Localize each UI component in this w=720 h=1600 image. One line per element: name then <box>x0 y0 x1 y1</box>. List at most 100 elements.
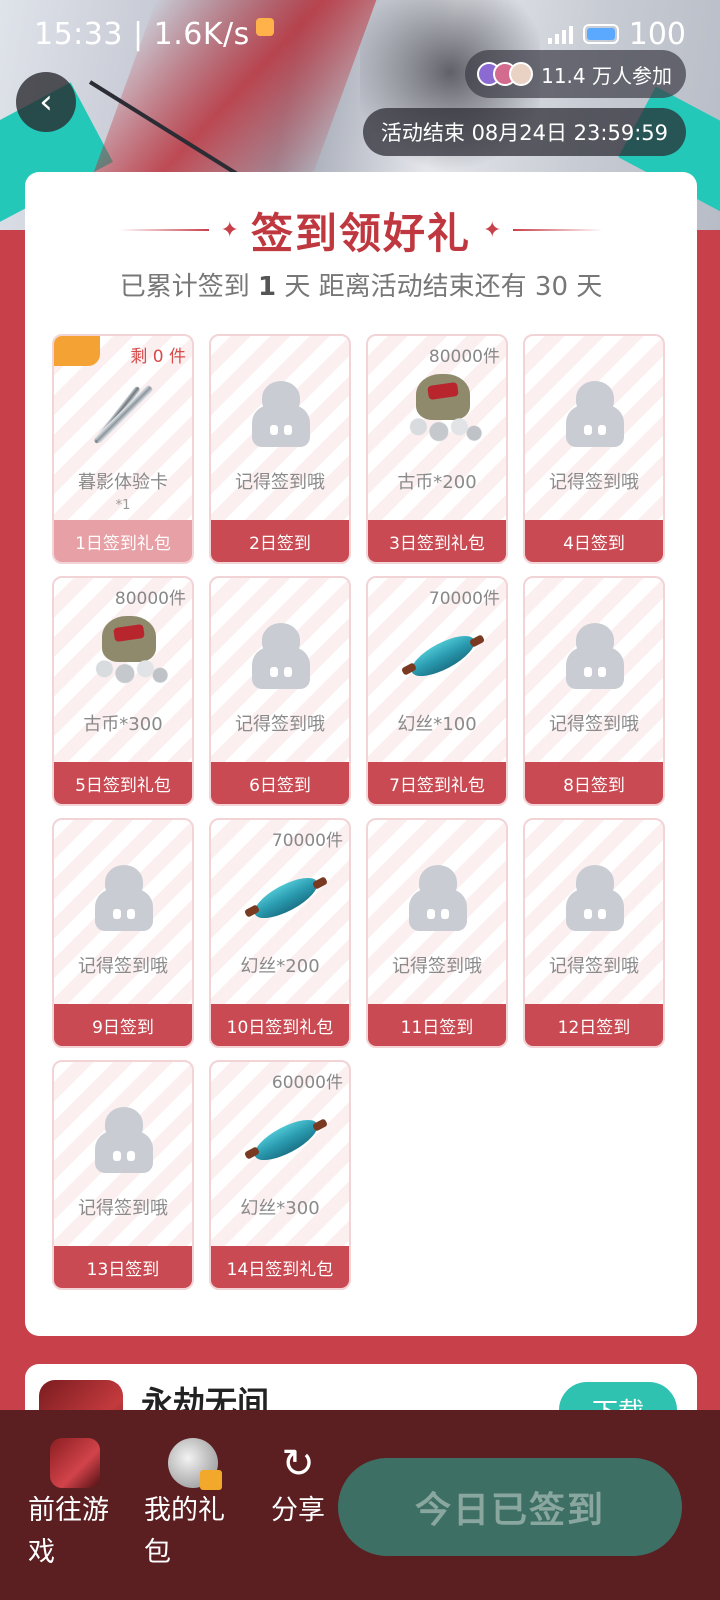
battery-icon <box>582 24 619 44</box>
silk-spool-icon <box>241 858 329 938</box>
stock-count: 80000件 <box>114 589 186 609</box>
stock-count: 80000件 <box>428 347 500 367</box>
reward-name-text: 幻丝*200 <box>240 956 320 977</box>
reward-tile[interactable]: 记得签到哦 8日签到 <box>523 576 665 806</box>
signed-today-label: 今日已签到 <box>414 1490 605 1531</box>
reward-tile[interactable]: 70000件 幻丝*100 7日签到礼包 <box>366 576 508 806</box>
placeholder-icon <box>555 858 635 938</box>
reward-name-text: 记得签到哦 <box>549 714 639 735</box>
day-label: 13日签到 <box>54 1246 192 1288</box>
reward-tile[interactable]: 记得签到哦 11日签到 <box>366 818 508 1048</box>
summary-prefix: 已累计签到 <box>119 272 250 302</box>
placeholder-icon <box>398 858 478 938</box>
reward-tile[interactable]: 剩 0 件暮影体验卡 *1 1日签到礼包 <box>52 334 194 564</box>
title-text: 签到领好礼 <box>250 208 471 258</box>
participants-count: 11.4 万人参加 <box>541 63 672 88</box>
day-label: 12日签到 <box>525 1004 663 1046</box>
stock-count: 70000件 <box>428 589 500 609</box>
participants-badge: 11.4 万人参加 <box>465 50 686 98</box>
day-label: 1日签到礼包 <box>54 520 192 562</box>
checkin-card: ✦ 签到领好礼 ✦ 已累计签到 1 天 距离活动结束还有 30 天 剩 0 件暮… <box>25 172 697 1336</box>
placeholder-icon <box>555 374 635 454</box>
chevron-left-icon: ‹ <box>39 82 53 122</box>
status-right: 100 <box>547 17 686 52</box>
reward-name: 古币*300 <box>54 710 192 736</box>
go-to-game-button[interactable]: 前往游戏 <box>28 1438 124 1574</box>
reward-tile[interactable]: 记得签到哦 4日签到 <box>523 334 665 564</box>
share-button[interactable]: ↻ 分享 <box>258 1438 338 1532</box>
placeholder-icon <box>241 616 321 696</box>
reward-name: 古币*200 <box>368 468 506 494</box>
my-gifts-label: 我的礼包 <box>144 1495 225 1568</box>
reward-name-text: 古币*300 <box>83 714 163 735</box>
reward-name-text: 记得签到哦 <box>78 1198 168 1219</box>
title-decor-line <box>118 229 209 231</box>
reward-name: 记得签到哦 <box>525 710 663 736</box>
reward-tile[interactable]: 70000件幻丝*200 10日签到礼包 <box>209 818 351 1048</box>
stock-count: 60000件 <box>271 1073 343 1093</box>
reward-tile[interactable]: 记得签到哦 2日签到 <box>209 334 351 564</box>
reward-name-text: 记得签到哦 <box>549 956 639 977</box>
stock-count: 剩 0 件 <box>130 347 186 367</box>
reward-name: 幻丝*300 <box>211 1194 349 1220</box>
share-icon: ↻ <box>281 1441 315 1487</box>
status-time: 15:33 | 1.6K/s <box>34 16 250 52</box>
gift-avatar-icon <box>168 1438 222 1490</box>
checkin-title: ✦ 签到领好礼 ✦ <box>25 200 697 260</box>
day-label: 2日签到 <box>211 520 349 562</box>
signal-icon <box>547 24 573 44</box>
my-gifts-button[interactable]: 我的礼包 <box>144 1438 240 1574</box>
reward-tile[interactable]: 60000件 幻丝*300 14日签到礼包 <box>209 1060 351 1290</box>
status-speed: 1.6K/s <box>153 16 250 52</box>
reward-name: 记得签到哦 <box>54 1194 192 1220</box>
placeholder-icon <box>241 374 321 454</box>
day-label: 4日签到 <box>525 520 663 562</box>
reward-quantity: *1 <box>115 498 131 513</box>
reward-tile[interactable]: 记得签到哦 13日签到 <box>52 1060 194 1290</box>
reward-name: 记得签到哦 <box>211 468 349 494</box>
reward-tile[interactable]: 80000件 古币*300 5日签到礼包 <box>52 576 194 806</box>
sparkle-icon: ✦ <box>220 217 239 243</box>
stock-count: 70000件 <box>271 831 343 851</box>
placeholder-icon <box>84 858 164 938</box>
day-label: 6日签到 <box>211 762 349 804</box>
signed-today-button[interactable]: 今日已签到 <box>338 1458 682 1556</box>
reward-name: 记得签到哦 <box>211 710 349 736</box>
reward-name-text: 古币*200 <box>397 472 477 493</box>
share-label: 分享 <box>271 1495 325 1526</box>
summary-suffix: 天 距离活动结束还有 30 天 <box>284 272 603 302</box>
day-label: 3日签到礼包 <box>368 520 506 562</box>
reward-name: 记得签到哦 <box>525 952 663 978</box>
sparkle-icon: ✦ <box>483 217 502 243</box>
day-label: 10日签到礼包 <box>211 1004 349 1046</box>
reward-name-text: 幻丝*100 <box>397 714 477 735</box>
placeholder-icon <box>84 1100 164 1180</box>
reward-tile[interactable]: 80000件古币*200 3日签到礼包 <box>366 334 508 564</box>
reward-name: 幻丝*200 <box>211 952 349 978</box>
reward-tile[interactable]: 记得签到哦 9日签到 <box>52 818 194 1048</box>
avatar-stack <box>477 62 534 86</box>
reward-tile[interactable]: 记得签到哦 12日签到 <box>523 818 665 1048</box>
status-clock: 15:33 <box>34 16 123 52</box>
reward-name: 暮影体验卡 *1 <box>54 468 192 513</box>
reward-name-text: 幻丝*300 <box>240 1198 320 1219</box>
end-time-text: 活动结束 08月24日 23:59:59 <box>380 121 668 145</box>
placeholder-icon <box>555 616 635 696</box>
reward-name: 记得签到哦 <box>54 952 192 978</box>
silk-spool-icon <box>241 1100 329 1180</box>
title-decor-line <box>513 229 604 231</box>
reward-name-text: 记得签到哦 <box>549 472 639 493</box>
back-button[interactable]: ‹ <box>16 72 76 132</box>
reward-name-text: 记得签到哦 <box>235 472 325 493</box>
avatar <box>509 62 534 86</box>
reward-name: 记得签到哦 <box>525 468 663 494</box>
claimed-badge <box>54 336 100 366</box>
reward-name: 幻丝*100 <box>368 710 506 736</box>
day-label: 8日签到 <box>525 762 663 804</box>
notification-icon <box>255 18 274 36</box>
coin-bag-icon <box>398 374 484 454</box>
sword-icon <box>84 374 164 454</box>
reward-name-text: 暮影体验卡 <box>78 472 168 493</box>
coin-bag-icon <box>84 616 170 696</box>
reward-tile[interactable]: 记得签到哦 6日签到 <box>209 576 351 806</box>
